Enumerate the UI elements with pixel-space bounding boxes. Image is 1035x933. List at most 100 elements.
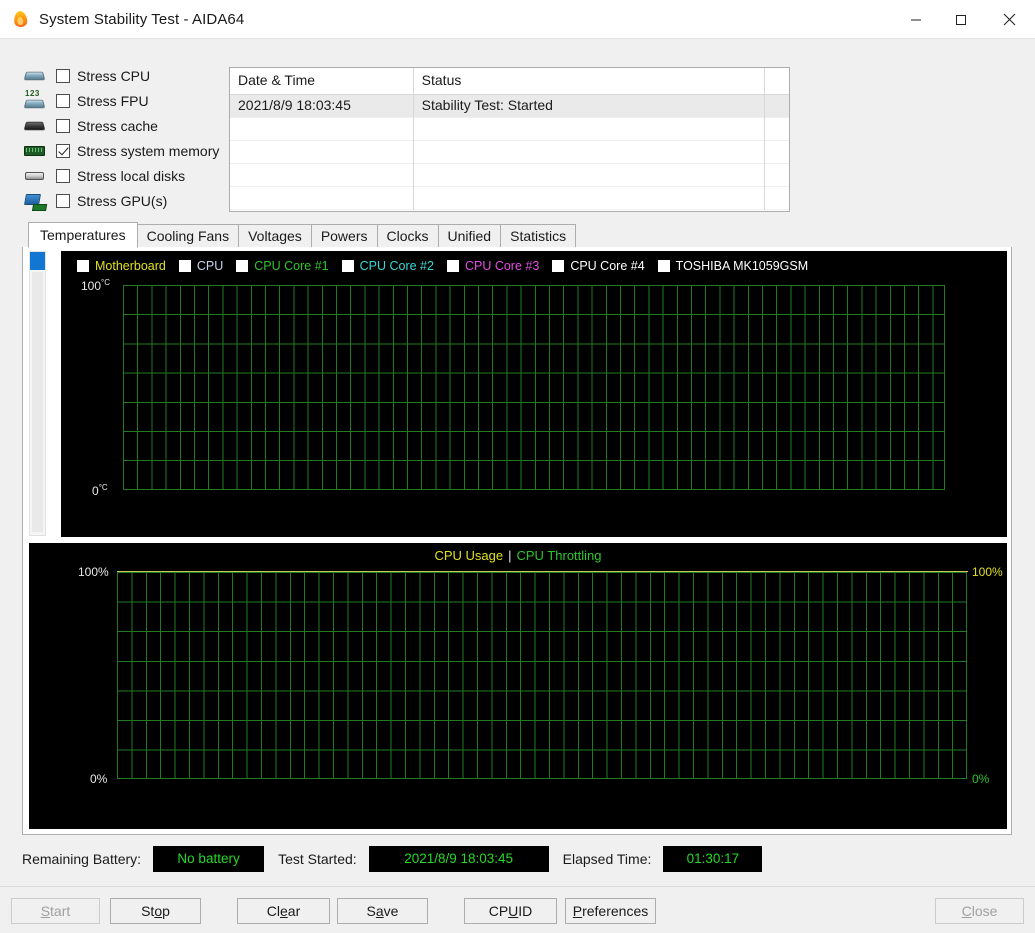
test-started-label: Test Started: <box>278 851 357 867</box>
legend-swatch[interactable] <box>446 260 459 272</box>
legend-label: CPU Core #1 <box>254 259 329 273</box>
stress-option-fpu[interactable]: 123 Stress FPU <box>22 88 227 113</box>
stress-gpu-checkbox[interactable] <box>56 193 70 208</box>
cpu-usage-chart-title: CPU Usage | CPU Throttling <box>29 548 1007 563</box>
stress-fpu-label: Stress FPU <box>77 92 149 109</box>
maximize-icon[interactable] <box>938 0 983 39</box>
tab-label: Statistics <box>510 228 567 244</box>
tab-cooling-fans[interactable]: Cooling Fans <box>136 224 240 248</box>
tab-label: Unified <box>447 228 492 244</box>
cell-status: Stability Test: Started <box>414 95 766 118</box>
stress-cache-checkbox[interactable] <box>56 118 70 133</box>
tab-panel-temperatures: Motherboard CPU CPU Core #1 CPU Core #2 … <box>22 247 1012 835</box>
table-row[interactable] <box>230 118 789 141</box>
legend-item-cpu-core-1[interactable]: CPU Core #1 <box>236 259 329 273</box>
elapsed-time-value: 01:30:17 <box>663 846 763 872</box>
column-header-datetime[interactable]: Date & Time <box>230 68 414 95</box>
main-content: Stress CPU 123 Stress FPU Stress cache S… <box>0 39 1035 933</box>
stress-option-system-memory[interactable]: Stress system memory <box>22 138 227 163</box>
stress-option-gpu[interactable]: Stress GPU(s) <box>22 188 227 213</box>
tab-unified[interactable]: Unified <box>437 224 502 248</box>
flame-icon <box>12 10 30 28</box>
stress-local-disks-checkbox[interactable] <box>56 168 70 183</box>
stress-option-cache[interactable]: Stress cache <box>22 113 227 138</box>
stress-cpu-label: Stress CPU <box>77 67 151 84</box>
legend-swatch[interactable] <box>178 260 191 272</box>
tab-label: Clocks <box>386 228 429 244</box>
legend-swatch[interactable] <box>236 260 249 272</box>
minimize-icon[interactable] <box>893 0 938 39</box>
legend-item-cpu-core-2[interactable]: CPU Core #2 <box>341 259 434 273</box>
legend-label: TOSHIBA MK1059GSM <box>675 259 809 273</box>
stress-options-list: Stress CPU 123 Stress FPU Stress cache S… <box>22 63 227 213</box>
stop-button[interactable]: Stop <box>110 898 201 924</box>
cpuid-button[interactable]: CPUID <box>464 898 557 924</box>
legend-label: CPU <box>196 259 224 273</box>
tab-bar: Temperatures Cooling Fans Voltages Power… <box>28 222 577 248</box>
status-strip: Remaining Battery: No battery Test Start… <box>22 843 1012 875</box>
table-row[interactable]: 2021/8/9 18:03:45 Stability Test: Starte… <box>230 95 789 118</box>
stress-system-memory-checkbox[interactable] <box>56 143 70 158</box>
cell-status <box>414 141 766 164</box>
tab-statistics[interactable]: Statistics <box>500 224 577 248</box>
legend-item-motherboard[interactable]: Motherboard <box>77 259 166 273</box>
close-button[interactable]: Close <box>935 898 1024 924</box>
legend-item-cpu[interactable]: CPU <box>178 259 224 273</box>
cell-datetime <box>230 141 414 164</box>
temperatures-scrollbar[interactable] <box>29 251 46 536</box>
temperatures-axis-top: 100°C <box>81 278 111 293</box>
temperatures-chart-area: Motherboard CPU CPU Core #1 CPU Core #2 … <box>29 251 1007 537</box>
tab-label: Cooling Fans <box>146 228 230 244</box>
table-row[interactable] <box>230 141 789 164</box>
cell-spacer <box>765 141 789 164</box>
legend-swatch[interactable] <box>657 260 670 272</box>
preferences-button[interactable]: Preferences <box>565 898 656 924</box>
cell-spacer <box>765 118 789 141</box>
table-row[interactable] <box>230 164 789 187</box>
stress-gpu-label: Stress GPU(s) <box>77 192 168 209</box>
cell-datetime: 2021/8/9 18:03:45 <box>230 95 414 118</box>
start-button[interactable]: Start <box>11 898 100 924</box>
table-row[interactable] <box>230 187 789 210</box>
temperatures-axis-bottom: 0°C <box>92 483 108 498</box>
cpu-throttling-right-axis-bottom: 0% <box>972 772 990 786</box>
cpu-usage-left-axis-bottom: 0% <box>90 772 108 786</box>
stress-cache-label: Stress cache <box>77 117 158 134</box>
legend-item-cpu-core-4[interactable]: CPU Core #4 <box>552 259 645 273</box>
column-header-spacer <box>765 68 789 95</box>
tab-powers[interactable]: Powers <box>310 224 378 248</box>
cell-datetime <box>230 118 414 141</box>
hard-disk-icon <box>22 166 48 186</box>
legend-swatch[interactable] <box>341 260 354 272</box>
scrollbar-thumb[interactable] <box>30 252 45 270</box>
cell-spacer <box>765 187 789 210</box>
cell-spacer <box>765 95 789 118</box>
column-header-status[interactable]: Status <box>414 68 766 95</box>
stress-cpu-checkbox[interactable] <box>56 68 70 83</box>
legend-item-cpu-core-3[interactable]: CPU Core #3 <box>446 259 539 273</box>
tab-temperatures[interactable]: Temperatures <box>28 222 138 248</box>
stress-system-memory-label: Stress system memory <box>77 142 220 159</box>
scrollbar-track[interactable] <box>32 272 43 532</box>
gpu-card-icon <box>22 191 48 211</box>
save-button[interactable]: Save <box>337 898 428 924</box>
tab-voltages[interactable]: Voltages <box>238 224 312 248</box>
cell-status <box>414 164 766 187</box>
legend-item-toshiba-disk[interactable]: TOSHIBA MK1059GSM <box>657 259 809 273</box>
legend-label: CPU Core #2 <box>359 259 434 273</box>
stress-option-cpu[interactable]: Stress CPU <box>22 63 227 88</box>
window-title: System Stability Test - AIDA64 <box>39 10 245 28</box>
cpu-chip-icon <box>22 66 48 86</box>
battery-value: No battery <box>153 846 265 872</box>
tab-clocks[interactable]: Clocks <box>376 224 439 248</box>
clear-button[interactable]: Clear <box>237 898 330 924</box>
stress-fpu-checkbox[interactable] <box>56 93 70 108</box>
legend-label: CPU Core #4 <box>570 259 645 273</box>
stress-option-local-disks[interactable]: Stress local disks <box>22 163 227 188</box>
event-log-table[interactable]: Date & Time Status 2021/8/9 18:03:45 Sta… <box>229 67 790 212</box>
legend-swatch[interactable] <box>77 260 89 272</box>
table-header-row: Date & Time Status <box>230 68 789 95</box>
system-stability-test-window: System Stability Test - AIDA64 Stress CP… <box>0 0 1035 933</box>
close-icon[interactable] <box>983 0 1035 39</box>
legend-swatch[interactable] <box>552 260 565 272</box>
